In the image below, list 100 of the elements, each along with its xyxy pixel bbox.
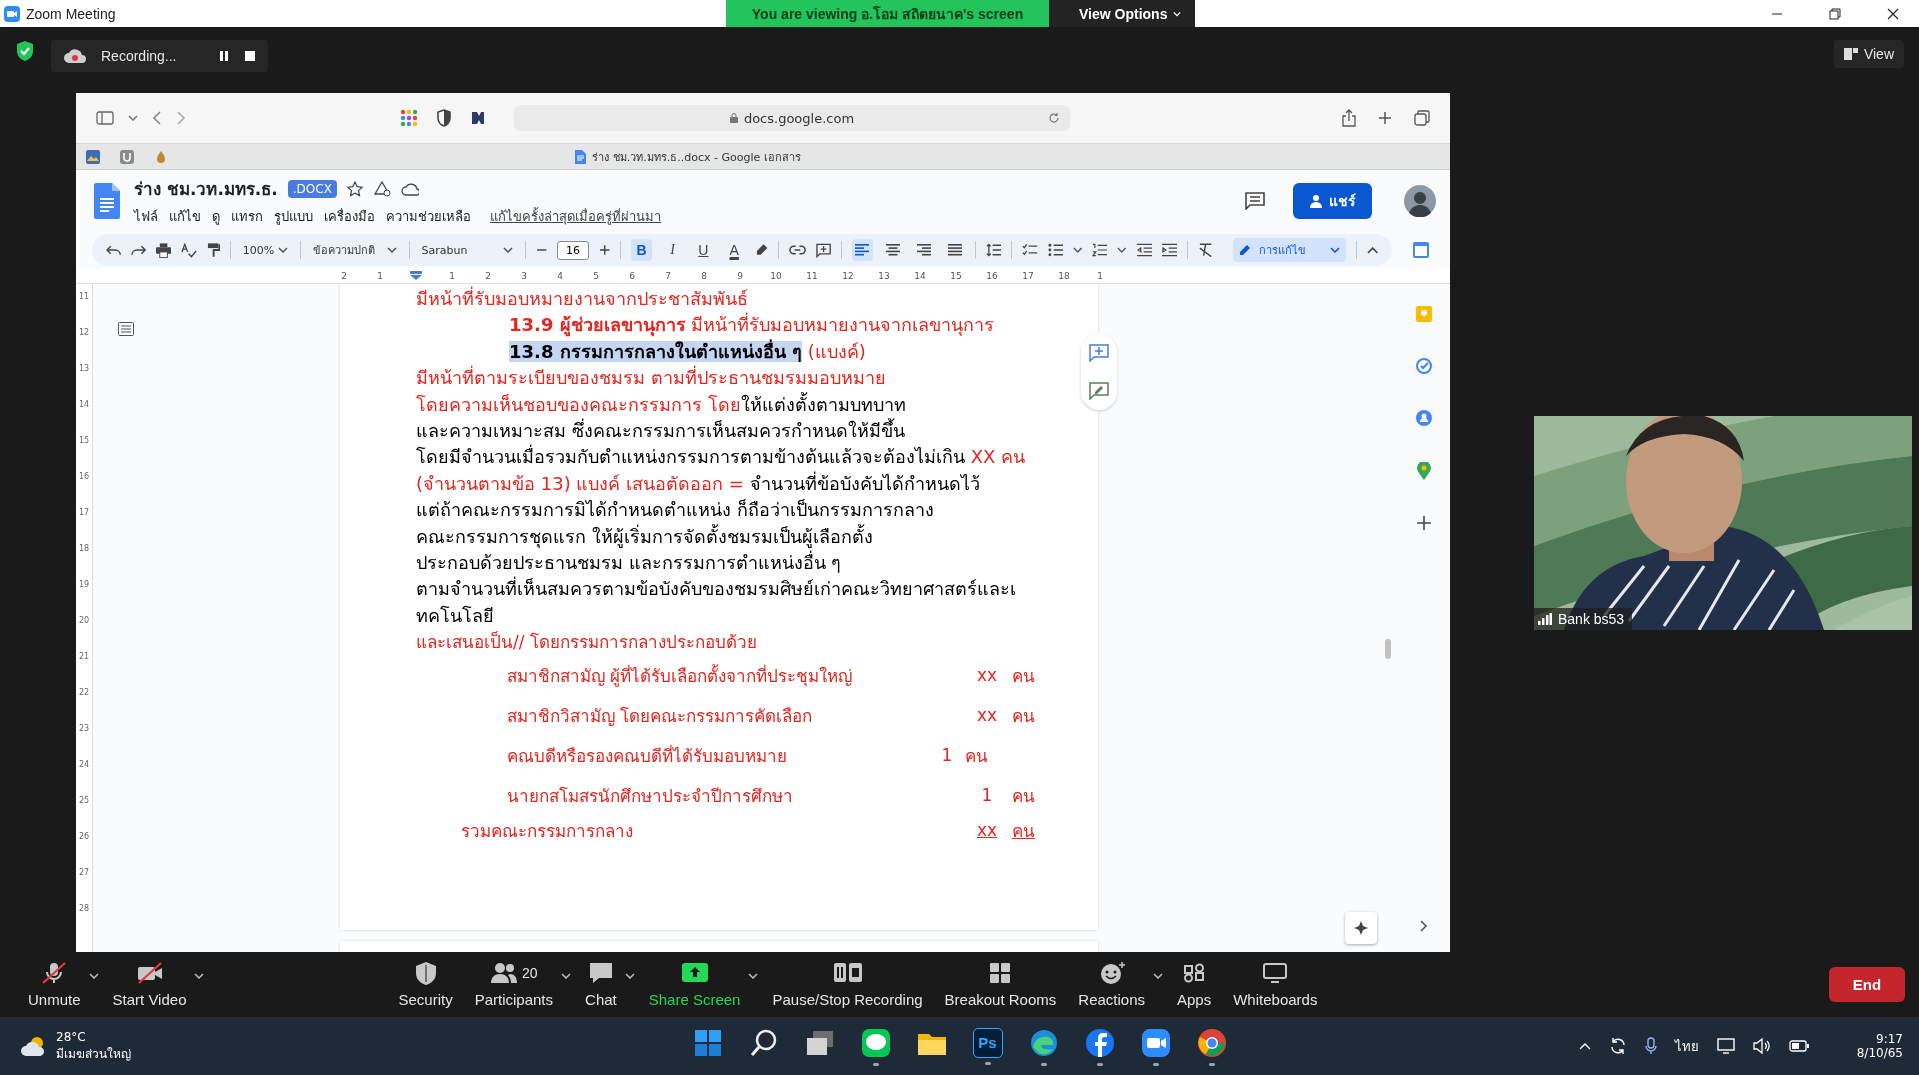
spellcheck-icon[interactable]: [181, 242, 197, 258]
align-left-button[interactable]: [852, 239, 873, 261]
clock-date[interactable]: 8/10/65: [1856, 1046, 1903, 1060]
close-icon[interactable]: [1887, 7, 1899, 20]
caret-icon[interactable]: [1329, 247, 1340, 253]
caret-icon[interactable]: [1153, 973, 1163, 979]
shield-icon[interactable]: [436, 109, 452, 127]
participants-button[interactable]: 20 Participants: [466, 957, 562, 1012]
italic-button[interactable]: I: [662, 239, 683, 261]
photoshop-app-icon[interactable]: Ps: [972, 1027, 1003, 1058]
pause-icon[interactable]: [218, 50, 231, 62]
share-icon[interactable]: [1342, 109, 1356, 127]
battery-icon[interactable]: [1788, 1040, 1809, 1052]
tabs-icon[interactable]: [1414, 110, 1430, 126]
font-size-field[interactable]: 16: [556, 240, 589, 260]
underline-button[interactable]: U: [692, 239, 714, 261]
chat-button[interactable]: Chat: [577, 957, 625, 1012]
whiteboards-button[interactable]: Whiteboards: [1225, 957, 1326, 1012]
print-icon[interactable]: [156, 242, 172, 258]
end-button[interactable]: End: [1829, 967, 1905, 1002]
caret-icon[interactable]: [1117, 247, 1127, 253]
line-spacing-icon[interactable]: [986, 243, 1002, 257]
numbered-list-icon[interactable]: [1092, 243, 1108, 257]
collapse-icon[interactable]: [1366, 246, 1378, 254]
add-comment-icon[interactable]: [1089, 344, 1109, 362]
caret-icon[interactable]: [502, 247, 513, 253]
caret-icon[interactable]: [748, 973, 759, 979]
caret-icon[interactable]: [128, 115, 138, 121]
increase-indent-icon[interactable]: [1162, 243, 1178, 257]
view-options-button[interactable]: View Options: [1049, 0, 1196, 27]
video-camera-app-icon[interactable]: [1139, 1026, 1172, 1059]
highlighter-icon[interactable]: [754, 243, 768, 257]
star-icon[interactable]: [346, 180, 363, 197]
clear-format-icon[interactable]: [1198, 243, 1214, 257]
outline-icon[interactable]: [118, 322, 134, 336]
menu-item[interactable]: รูปแบบ: [274, 206, 313, 227]
cloud-icon[interactable]: [400, 181, 419, 196]
reactions-button[interactable]: Reactions: [1070, 957, 1153, 1012]
caret-icon[interactable]: [194, 973, 205, 979]
docs-logo-icon[interactable]: [94, 183, 120, 219]
undo-icon[interactable]: [106, 245, 122, 255]
link-icon[interactable]: [788, 245, 806, 255]
menu-item[interactable]: ความช่วยเหลือ: [386, 206, 471, 227]
decrease-indent-icon[interactable]: [1136, 243, 1152, 257]
font-dropdown[interactable]: Sarabun: [419, 243, 515, 257]
letter-f-app-icon[interactable]: [1083, 1026, 1116, 1059]
reload-icon[interactable]: [1048, 112, 1060, 124]
microphone-icon[interactable]: [1644, 1037, 1657, 1055]
menu-item[interactable]: ดู: [212, 206, 220, 227]
caret-icon[interactable]: [88, 973, 99, 979]
record-button[interactable]: Pause/Stop Recording: [764, 957, 931, 1012]
plus-icon[interactable]: [598, 244, 611, 256]
indent-marker-icon[interactable]: [410, 271, 422, 280]
chat-bubble-app-icon[interactable]: [859, 1026, 892, 1059]
avatar-icon[interactable]: [1404, 185, 1436, 217]
language-indicator[interactable]: ไทย: [1674, 1035, 1699, 1057]
chevron-up-icon[interactable]: [1578, 1042, 1591, 1050]
text-color-button[interactable]: A: [723, 239, 745, 261]
plus-icon[interactable]: [1378, 111, 1392, 125]
explore-button[interactable]: [1345, 912, 1377, 944]
sidebar-icon[interactable]: [96, 111, 114, 125]
zoom-dropdown[interactable]: 100%: [240, 243, 291, 257]
editing-mode-dropdown[interactable]: การแก้ไข: [1233, 238, 1346, 262]
unmute-button[interactable]: Unmute: [20, 957, 89, 1012]
breakout-button[interactable]: Breakout Rooms: [936, 957, 1065, 1012]
security-button[interactable]: Security: [390, 957, 461, 1012]
checklist-icon[interactable]: [1022, 243, 1038, 257]
share-button[interactable]: Share Screen: [640, 957, 749, 1012]
document-title[interactable]: ร่าง ชม.วท.มทร.ธ.: [134, 175, 278, 202]
redo-icon[interactable]: [131, 245, 147, 255]
plus-icon[interactable]: [1416, 516, 1431, 530]
calendar-icon[interactable]: [1413, 242, 1429, 258]
share-button[interactable]: แชร์: [1293, 183, 1372, 219]
caret-icon[interactable]: [386, 247, 397, 253]
monitor-icon[interactable]: [1716, 1038, 1735, 1054]
shield-check-icon[interactable]: [15, 40, 35, 62]
grid-dots-icon[interactable]: [400, 109, 418, 127]
speaker-icon[interactable]: [1752, 1038, 1771, 1054]
stop-icon[interactable]: [244, 50, 257, 62]
caret-icon[interactable]: [624, 973, 635, 979]
address-bar[interactable]: docs.google.com: [514, 105, 1070, 131]
caret-icon[interactable]: [278, 247, 289, 253]
view-button[interactable]: View: [1833, 40, 1904, 68]
map-pin-icon[interactable]: [1416, 462, 1431, 480]
contacts-icon[interactable]: [1415, 410, 1432, 426]
scrollbar[interactable]: [1385, 639, 1391, 659]
chevron-right-icon[interactable]: [1419, 920, 1428, 932]
menu-item[interactable]: แก้ไข: [169, 206, 201, 227]
menu-item[interactable]: ไฟล์: [134, 206, 158, 227]
menu-item[interactable]: แทรก: [231, 206, 263, 227]
extension-icon[interactable]: [470, 110, 486, 126]
caret-icon[interactable]: [561, 973, 572, 979]
caret-icon[interactable]: [1072, 247, 1083, 253]
bold-button[interactable]: B: [631, 239, 653, 261]
add-comment-icon[interactable]: [815, 242, 832, 258]
bulleted-list-icon[interactable]: [1047, 243, 1063, 257]
paint-roller-icon[interactable]: [206, 242, 220, 258]
apps-button[interactable]: Apps: [1169, 957, 1220, 1012]
clock-time[interactable]: 9:17: [1876, 1032, 1903, 1046]
style-dropdown[interactable]: ข้อความปกติ: [311, 241, 399, 259]
